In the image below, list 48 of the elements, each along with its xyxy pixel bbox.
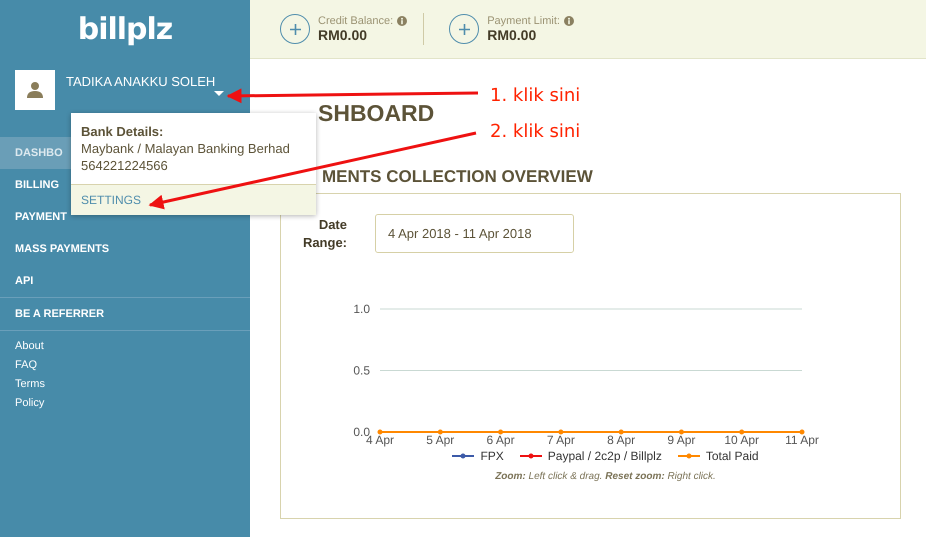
annotation-label: 2. klik sini bbox=[490, 121, 580, 142]
stat-label: Payment Limit: bbox=[487, 15, 560, 27]
x-tick-label: 8 Apr bbox=[607, 433, 636, 447]
user-name[interactable]: TADIKA ANAKKU SOLEH bbox=[66, 74, 216, 89]
legend-label[interactable]: Paypal / 2c2p / Billplz bbox=[548, 449, 662, 463]
plus-icon bbox=[290, 24, 300, 34]
x-tick-label: 10 Apr bbox=[724, 433, 760, 447]
info-icon bbox=[564, 16, 574, 26]
legend-line-icon bbox=[452, 453, 474, 459]
section-title: MENTS COLLECTION OVERVIEW bbox=[322, 167, 594, 187]
footer-link[interactable]: Terms bbox=[15, 377, 235, 392]
footer-link[interactable]: About bbox=[15, 339, 235, 354]
account-number: 564221224566 bbox=[81, 157, 169, 174]
legend-label[interactable]: FPX bbox=[480, 449, 504, 463]
stat-value: RM0.00 bbox=[487, 27, 538, 43]
x-tick-label: 5 Apr bbox=[426, 433, 454, 447]
nav-item[interactable]: BE A REFERRER bbox=[0, 298, 250, 330]
caret-icon[interactable] bbox=[214, 91, 224, 97]
settings-link[interactable]: SETTINGS bbox=[71, 184, 316, 215]
y-tick-label: 1.0 bbox=[353, 302, 370, 316]
info-icon bbox=[397, 16, 408, 26]
add-button[interactable] bbox=[280, 14, 310, 44]
date-range-field[interactable]: 4 Apr 2018 - 11 Apr 2018 bbox=[375, 214, 574, 253]
legend-label[interactable]: Total Paid bbox=[706, 449, 759, 463]
legend-line-icon bbox=[520, 453, 542, 459]
logo: billplz bbox=[76, 11, 174, 49]
x-tick-label: 6 Apr bbox=[486, 433, 515, 447]
x-tick-label: 11 Apr bbox=[785, 433, 819, 447]
chart-hint: Zoom: Left click & drag. Reset zoom: Right click. bbox=[494, 471, 717, 482]
person-icon bbox=[26, 81, 44, 99]
plus-icon bbox=[458, 24, 470, 34]
annotation-label: 1. klik sini bbox=[490, 85, 580, 106]
stat-value: RM0.00 bbox=[318, 27, 368, 43]
stat-label: Credit Balance: bbox=[318, 15, 394, 27]
y-tick-label: 0.0 bbox=[353, 425, 370, 439]
x-tick-label: 9 Apr bbox=[667, 433, 696, 447]
legend-line-icon bbox=[678, 453, 700, 459]
date-range-label: Date Range: bbox=[302, 216, 347, 252]
page-title: SHBOARD bbox=[318, 99, 436, 127]
nav-item[interactable]: API bbox=[0, 265, 250, 297]
nav-item[interactable]: MASS PAYMENTS bbox=[0, 233, 250, 265]
bank-name: Maybank / Malayan Banking Berhad bbox=[81, 140, 291, 157]
add-button[interactable] bbox=[449, 14, 480, 44]
y-tick-label: 0.5 bbox=[353, 364, 370, 378]
menu-heading: Bank Details: bbox=[81, 123, 164, 140]
x-tick-label: 7 Apr bbox=[546, 433, 575, 447]
footer-link[interactable]: FAQ bbox=[15, 358, 235, 373]
footer-link[interactable]: Policy bbox=[15, 396, 235, 411]
